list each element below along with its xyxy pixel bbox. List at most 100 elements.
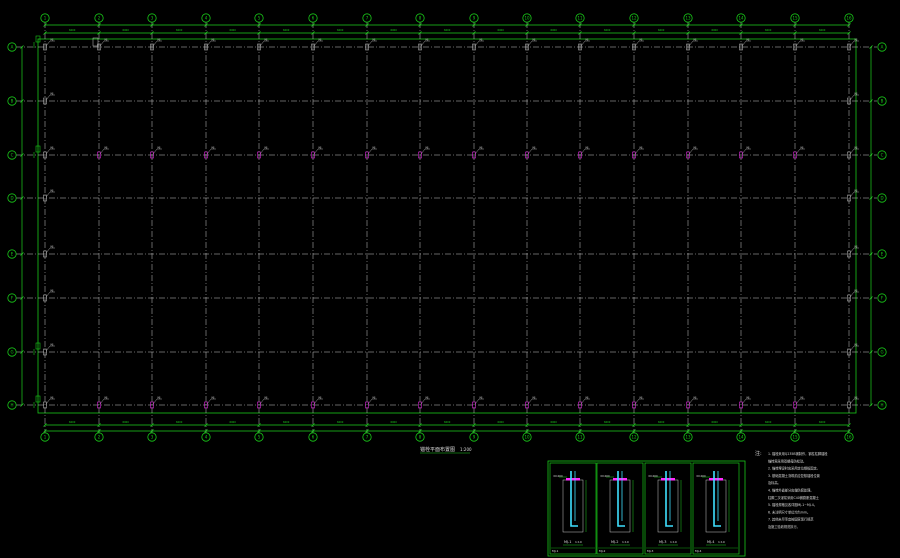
plan-title-block: 锚栓平面布置图 1:200 [420,446,472,454]
detail-id: MJ-2 [599,549,605,553]
tag-leader [420,398,426,405]
detail-pedestal [657,479,679,533]
notes-heading: 注: [755,450,762,457]
tag-leader [580,148,586,155]
row-axis-label: H [10,403,13,408]
tag-leader [259,398,265,405]
column-axis-label: 8 [419,435,422,440]
column-tag: MJ [855,246,858,249]
column-tag: MJ [533,397,536,400]
column-tag: MJ [105,39,108,42]
column-axis-label: 1 [44,435,47,440]
tag-leader [420,148,426,155]
column-tag: MJ [480,397,483,400]
outer-boundary [37,38,857,414]
tag-leader [45,345,51,352]
detail-base-plate [613,478,627,481]
tag-leader [99,40,105,47]
dim-text: 6000 [819,28,826,32]
tag-leader [795,398,801,405]
dim-text: 6000 [498,420,505,424]
column-tag: MJ [158,147,161,150]
column-tag: MJ [51,39,54,42]
column-tag: MJ [51,344,54,347]
column-tag: MJ [319,39,322,42]
dim-text: 6000 [444,420,451,424]
detail-scale: 1:10 [670,540,677,544]
row-axis-label: H [880,403,883,408]
detail-base-plate [566,478,580,481]
column-tag: MJ [586,397,589,400]
row-axis-label: D [880,196,883,201]
tag-leader [45,94,51,101]
column-tag: MJ [694,147,697,150]
column-axis-label: 3 [151,435,154,440]
detail-caption: MJ-1 [564,540,571,544]
dim-text: 6000 [819,420,826,424]
dim-text: 6000 [391,420,398,424]
dim-text: 6000 [69,28,76,32]
column-tag: MJ [801,147,804,150]
column-tag: MJ [855,397,858,400]
dim-text: 6000 [230,28,237,32]
tag-leader [849,40,855,47]
column-tag: MJ [640,39,643,42]
dim-text: 6000 [658,420,665,424]
dim-text: 6000 [123,420,130,424]
tag-leader [313,40,319,47]
column-tag: MJ [533,39,536,42]
tag-leader [741,148,747,155]
column-axis-label: 3 [151,16,154,21]
dim-text: 6000 [551,28,558,32]
column-axis-label: 1 [44,16,47,21]
tag-leader [259,148,265,155]
dim-text: 6000 [498,28,505,32]
note-line: 6. 未注明尺寸单位均为mm。 [768,509,810,514]
column-tag: MJ [855,39,858,42]
tag-leader [634,398,640,405]
dim-text: 6000 [123,28,130,32]
column-axis-label: 16 [846,16,852,21]
column-axis-label: 15 [792,16,798,21]
column-tag: MJ [747,397,750,400]
row-axis-label: C [881,153,884,158]
plan-title: 锚栓平面布置图 [420,446,455,453]
tag-leader [152,398,158,405]
dim-text: 6000 [176,28,183,32]
column-tag: MJ [373,147,376,150]
column-axis-label: 14 [738,435,744,440]
column-tag: MJ [105,147,108,150]
note-line: 5. 锚栓规格见各详图MJ-1~MJ-4。 [768,502,817,507]
tag-leader [206,40,212,47]
dim-text: 6000 [283,420,290,424]
tag-leader [45,191,51,198]
column-tag: MJ [480,147,483,150]
tag-leader [849,291,855,298]
dim-text: 6000 [391,28,398,32]
tag-leader [152,148,158,155]
anchor-bolt-plan: 6000 6000 6000 6000 6000 6000 6000 6000 6000 6000… [7,13,887,442]
column-tag: MJ [212,397,215,400]
column-axis-label: 4 [205,435,208,440]
tag-leader [527,40,533,47]
dim-text: 6000 [230,420,237,424]
detail-pedestal [609,479,631,533]
tag-leader [474,148,480,155]
column-tag: MJ [855,93,858,96]
note-line: 3. 基础混凝土浇筑前应复核锚栓位置 [768,473,820,478]
column-tag: MJ [265,39,268,42]
tag-leader [367,148,373,155]
column-tag: MJ [158,39,161,42]
column-tag: MJ [801,39,804,42]
column-tag: MJ [51,290,54,293]
column-axis-label: 4 [205,16,208,21]
tag-leader [688,40,694,47]
column-tag: MJ [426,147,429,150]
column-tag: MJ [480,39,483,42]
detail-pedestal [562,479,584,533]
tag-leader [99,398,105,405]
column-axis-label: 6 [312,435,315,440]
dim-text: 6000 [712,28,719,32]
dim-text: 6000 [765,420,772,424]
column-tag: MJ [801,397,804,400]
